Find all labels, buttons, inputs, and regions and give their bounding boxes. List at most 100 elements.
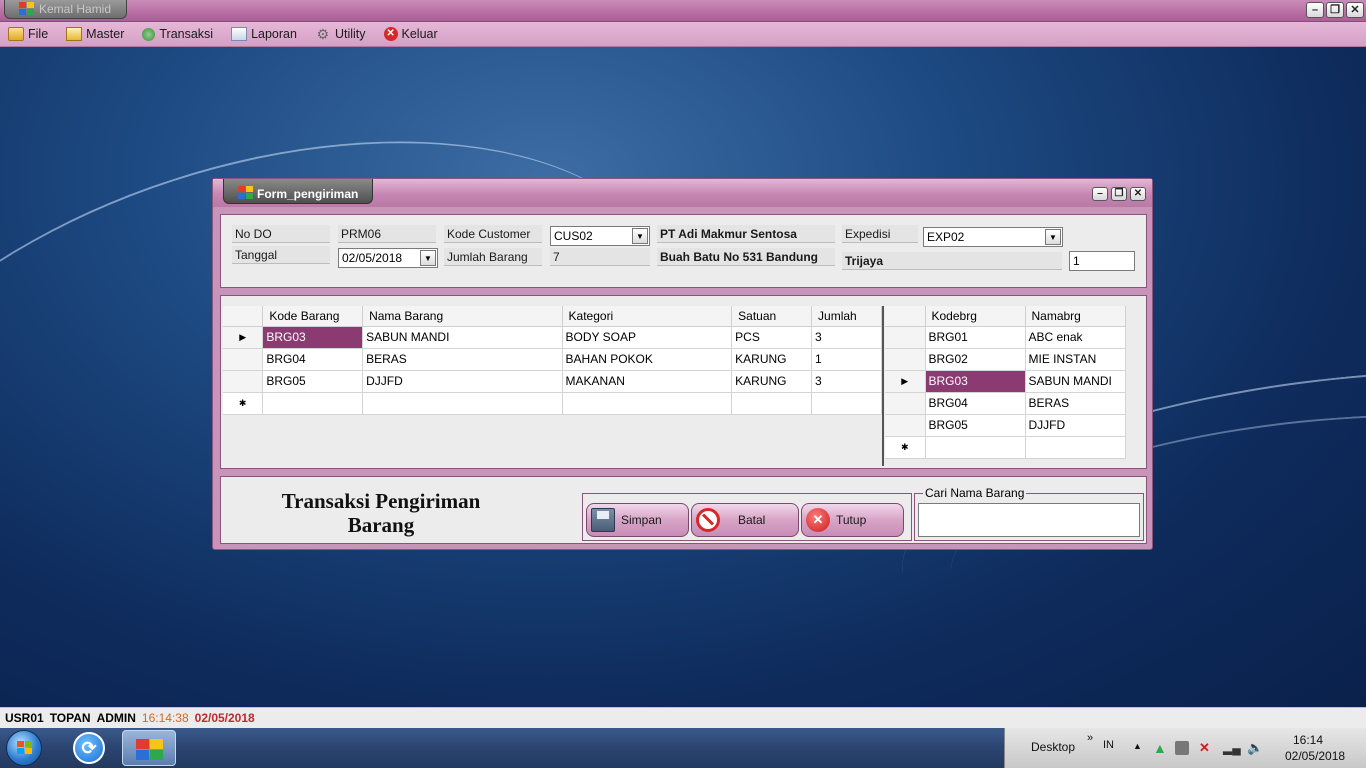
table-row[interactable]: ▶ BRG03 SABUN MANDI BODY SOAP PCS 3 bbox=[223, 326, 882, 349]
floppy-disk-icon bbox=[591, 508, 615, 532]
col-kode-barang[interactable]: Kode Barang bbox=[262, 306, 364, 327]
menubar: File Master Transaksi Laporan ⚙ Utility … bbox=[0, 22, 1366, 47]
new-row-icon: ✱ bbox=[885, 436, 926, 459]
expedisi-name: Trijaya bbox=[842, 252, 1062, 270]
col-nama-barang[interactable]: Nama Barang bbox=[362, 306, 563, 327]
warning-triangle-icon[interactable]: ▲ bbox=[1153, 741, 1167, 755]
no-do-label: No DO bbox=[232, 225, 330, 243]
table-row[interactable]: BRG01 ABC enak bbox=[885, 326, 1126, 349]
new-row[interactable]: ✱ bbox=[885, 436, 1126, 459]
menu-utility[interactable]: ⚙ Utility bbox=[315, 27, 366, 41]
table-row[interactable]: BRG04 BERAS bbox=[885, 392, 1126, 415]
col-namabrg[interactable]: Namabrg bbox=[1025, 306, 1126, 327]
status-date: 02/05/2018 bbox=[194, 711, 255, 725]
menu-laporan[interactable]: Laporan bbox=[231, 27, 297, 41]
status-user-id: USR01 bbox=[5, 711, 44, 725]
col-jumlah[interactable]: Jumlah bbox=[811, 306, 882, 327]
customer-name: PT Adi Makmur Sentosa bbox=[657, 225, 835, 243]
no-do-value: PRM06 bbox=[338, 225, 436, 243]
clock-time[interactable]: 16:14 bbox=[1293, 733, 1323, 747]
menu-file[interactable]: File bbox=[8, 27, 48, 41]
expedisi-label: Expedisi bbox=[842, 225, 918, 243]
tanggal-value: 02/05/2018 bbox=[342, 251, 403, 265]
kode-customer-value: CUS02 bbox=[554, 229, 593, 243]
action-button-group: Simpan Batal ✕ Tutup bbox=[582, 493, 912, 541]
col-kategori[interactable]: Kategori bbox=[562, 306, 733, 327]
row-pointer-icon: ▶ bbox=[885, 370, 926, 393]
table-row[interactable]: ▶ BRG03 SABUN MANDI bbox=[885, 370, 1126, 393]
taskbar-sync-app[interactable]: ⟳ bbox=[62, 730, 116, 766]
chevron-right-icon[interactable]: » bbox=[1087, 732, 1093, 744]
batal-button[interactable]: Batal bbox=[691, 503, 799, 537]
tanggal-datepicker[interactable]: 02/05/2018 ▼ bbox=[338, 248, 438, 268]
form-title-tab: Form_pengiriman bbox=[223, 179, 373, 204]
simpan-button[interactable]: Simpan bbox=[586, 503, 689, 537]
master-icon bbox=[66, 27, 83, 41]
kode-customer-combo[interactable]: CUS02 ▼ bbox=[550, 226, 650, 246]
close-circle-icon: ✕ bbox=[806, 508, 830, 532]
app-title: Kemal Hamid bbox=[39, 2, 112, 16]
menu-master[interactable]: Master bbox=[66, 27, 124, 41]
quantity-input[interactable]: 1 bbox=[1069, 251, 1135, 271]
col-satuan[interactable]: Satuan bbox=[731, 306, 813, 327]
form-pengiriman: Form_pengiriman – ❐ ✕ No DO PRM06 Tangga… bbox=[212, 178, 1153, 550]
folder-icon bbox=[8, 27, 24, 41]
app-logo-icon bbox=[136, 739, 164, 761]
jumlah-barang-value: 7 bbox=[550, 248, 650, 266]
signal-strength-icon[interactable]: ▂▄ bbox=[1223, 741, 1241, 755]
status-time: 16:14:38 bbox=[141, 711, 189, 725]
grid-panel: Kode Barang Nama Barang Kategori Satuan … bbox=[220, 295, 1147, 469]
chevron-down-icon[interactable]: ▼ bbox=[420, 250, 436, 266]
tanggal-label: Tanggal bbox=[232, 246, 330, 264]
menu-transaksi[interactable]: Transaksi bbox=[142, 27, 213, 41]
customer-address: Buah Batu No 531 Bandung bbox=[657, 248, 835, 266]
system-tray: Desktop » IN ▲ ▲ ✕ ▂▄ 🔈 16:14 02/05/2018 bbox=[1004, 728, 1366, 768]
status-user-name: TOPAN bbox=[49, 711, 91, 725]
table-row[interactable]: BRG05 DJJFD bbox=[885, 414, 1126, 437]
chevron-down-icon[interactable]: ▼ bbox=[632, 228, 648, 244]
tutup-button[interactable]: ✕ Tutup bbox=[801, 503, 904, 537]
bottom-panel: Transaksi Pengiriman Barang Simpan Batal… bbox=[220, 476, 1147, 544]
expedisi-combo[interactable]: EXP02 ▼ bbox=[923, 227, 1063, 247]
show-hidden-icons-icon[interactable]: ▲ bbox=[1133, 741, 1142, 751]
col-kodebrg[interactable]: Kodebrg bbox=[925, 306, 1026, 327]
search-group: Cari Nama Barang bbox=[914, 486, 1144, 541]
table-row[interactable]: BRG04 BERAS BAHAN POKOK KARUNG 1 bbox=[223, 348, 882, 371]
page-title: Transaksi Pengiriman Barang bbox=[281, 489, 481, 537]
form-minimize-button[interactable]: – bbox=[1092, 187, 1108, 201]
volume-icon[interactable]: 🔈 bbox=[1247, 741, 1263, 755]
barang-grid[interactable]: Kodebrg Namabrg BRG01 ABC enak BRG02 MIE… bbox=[885, 306, 1141, 466]
status-role: ADMIN bbox=[96, 711, 136, 725]
status-bar: USR01 TOPAN ADMIN 16:14:38 02/05/2018 bbox=[0, 707, 1366, 728]
form-titlebar: Form_pengiriman – ❐ ✕ bbox=[213, 179, 1152, 207]
chevron-down-icon[interactable]: ▼ bbox=[1045, 229, 1061, 245]
main-titlebar: Kemal Hamid – ❐ ✕ bbox=[0, 0, 1366, 22]
row-pointer-icon: ▶ bbox=[223, 326, 264, 349]
maximize-button[interactable]: ❐ bbox=[1326, 2, 1344, 18]
table-row[interactable]: BRG05 DJJFD MAKANAN KARUNG 3 bbox=[223, 370, 882, 393]
desktop-toolbar-label[interactable]: Desktop bbox=[1031, 740, 1075, 754]
form-maximize-button[interactable]: ❐ bbox=[1111, 187, 1127, 201]
table-row[interactable]: BRG02 MIE INSTAN bbox=[885, 348, 1126, 371]
expedisi-value: EXP02 bbox=[927, 230, 965, 244]
form-close-button[interactable]: ✕ bbox=[1130, 187, 1146, 201]
new-row-icon: ✱ bbox=[223, 392, 264, 415]
kode-customer-label: Kode Customer bbox=[444, 225, 542, 243]
menu-keluar[interactable]: ✕ Keluar bbox=[383, 27, 438, 41]
taskbar-active-app[interactable] bbox=[122, 730, 176, 766]
form-title: Form_pengiriman bbox=[257, 187, 359, 201]
sync-icon: ⟳ bbox=[73, 732, 105, 764]
network-error-icon[interactable]: ✕ bbox=[1199, 741, 1213, 755]
search-input[interactable] bbox=[918, 503, 1140, 537]
language-indicator[interactable]: IN bbox=[1103, 739, 1114, 751]
printer-icon[interactable] bbox=[1175, 741, 1189, 755]
start-button[interactable] bbox=[6, 730, 42, 766]
no-entry-icon bbox=[696, 508, 720, 532]
minimize-button[interactable]: – bbox=[1306, 2, 1324, 18]
clock-date[interactable]: 02/05/2018 bbox=[1285, 749, 1345, 763]
transaction-icon bbox=[142, 27, 156, 41]
close-button[interactable]: ✕ bbox=[1346, 2, 1364, 18]
detail-grid[interactable]: Kode Barang Nama Barang Kategori Satuan … bbox=[223, 306, 884, 466]
jumlah-barang-label: Jumlah Barang bbox=[444, 248, 542, 266]
new-row[interactable]: ✱ bbox=[223, 392, 882, 415]
